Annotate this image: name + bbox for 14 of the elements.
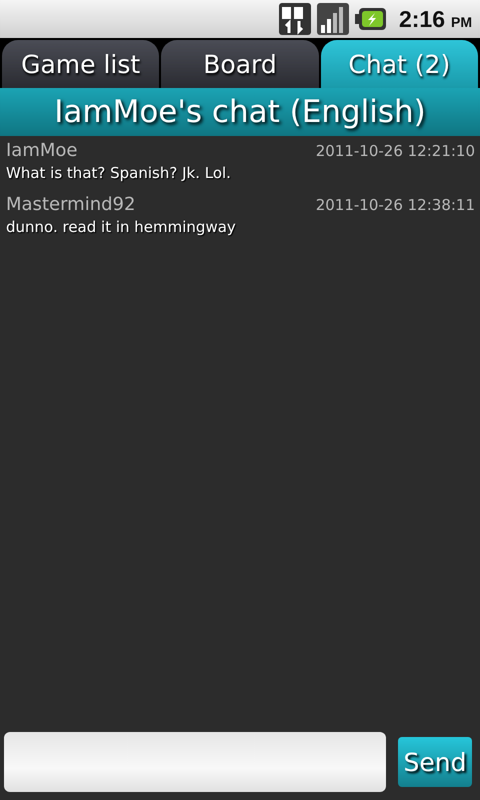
message-author: IamMoe: [6, 140, 78, 161]
message-author: Mastermind92: [6, 194, 136, 215]
message-text: What is that? Spanish? Jk. Lol.: [6, 164, 232, 182]
clock-period: PM: [451, 14, 472, 30]
message-text: dunno. read it in hemmingway: [6, 218, 237, 236]
signal-icon: [316, 3, 349, 35]
chat-title: IamMoe's chat (English): [0, 88, 480, 136]
clock: 2:16: [398, 6, 445, 32]
tab[interactable]: Board: [161, 40, 319, 88]
battery-charging-icon: [354, 7, 387, 31]
message-time: 2011-10-26 12:38:11: [316, 196, 475, 214]
message-time: 2011-10-26 12:21:10: [316, 142, 475, 160]
message-input[interactable]: [4, 732, 386, 792]
tab[interactable]: Game list: [2, 40, 160, 88]
